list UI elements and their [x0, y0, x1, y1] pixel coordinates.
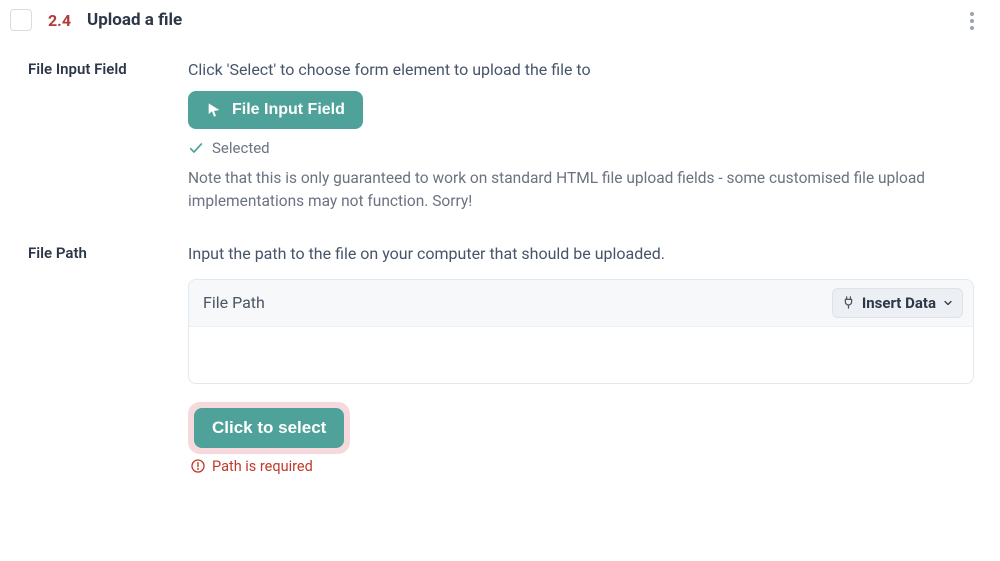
file-input-description: Click 'Select' to choose form element to…	[188, 58, 974, 81]
selected-status: Selected	[188, 139, 974, 157]
file-path-label: File Path	[28, 242, 188, 262]
chevron-down-icon	[942, 297, 954, 309]
plug-icon	[841, 295, 856, 310]
cursor-icon	[206, 102, 222, 118]
insert-data-button[interactable]: Insert Data	[832, 288, 963, 318]
file-input-note: Note that this is only guaranteed to wor…	[188, 167, 974, 214]
file-path-box-label: File Path	[203, 293, 265, 312]
file-input-select-button[interactable]: File Input Field	[188, 91, 363, 129]
insert-data-label: Insert Data	[862, 294, 936, 312]
error-icon	[190, 458, 206, 474]
step-checkbox[interactable]	[10, 9, 32, 31]
step-title: Upload a file	[87, 10, 182, 30]
file-path-input-box: File Path Insert Data	[188, 279, 974, 384]
selected-status-text: Selected	[212, 139, 270, 157]
path-error-text: Path is required	[212, 458, 313, 475]
path-error: Path is required	[190, 458, 974, 475]
file-path-input-header: File Path Insert Data	[189, 280, 973, 327]
step-number: 2.4	[48, 11, 71, 30]
file-input-field-label: File Input Field	[28, 58, 188, 78]
kebab-menu-icon[interactable]	[960, 8, 984, 32]
file-input-field-row: File Input Field Click 'Select' to choos…	[28, 58, 974, 214]
file-path-description: Input the path to the file on your compu…	[188, 242, 974, 265]
check-icon	[188, 140, 204, 156]
file-path-row: File Path Input the path to the file on …	[28, 242, 974, 475]
file-input-select-button-label: File Input Field	[232, 101, 345, 119]
file-path-input-area[interactable]	[189, 327, 973, 383]
click-to-select-button[interactable]: Click to select	[194, 408, 344, 448]
step-header: 2.4 Upload a file	[10, 8, 990, 46]
select-button-highlight: Click to select	[188, 402, 350, 454]
